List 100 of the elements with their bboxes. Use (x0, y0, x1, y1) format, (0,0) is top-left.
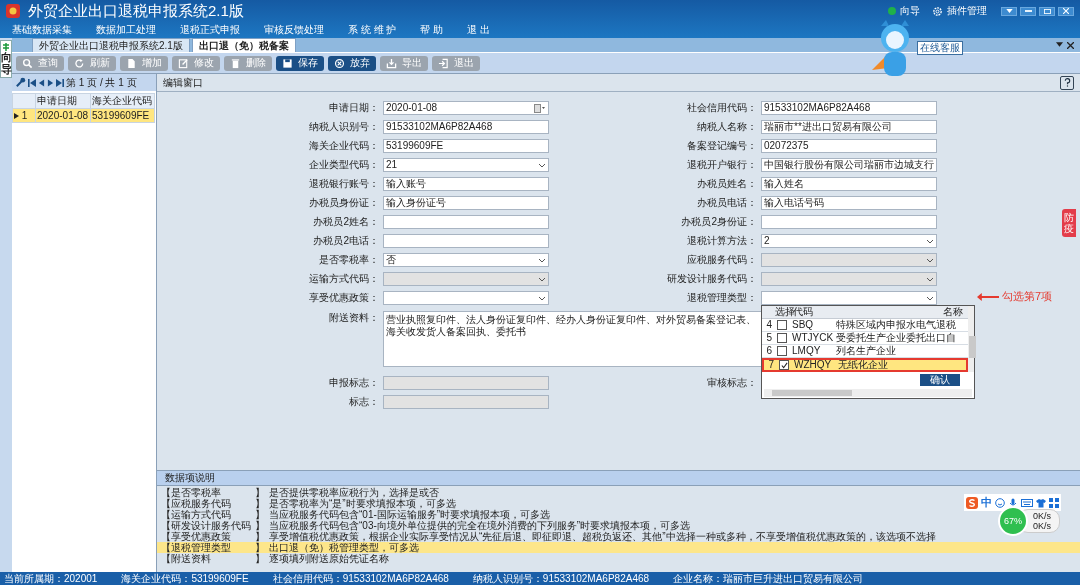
input-field[interactable]: 输入账号 (383, 177, 549, 191)
calendar-icon (534, 103, 546, 113)
input-field[interactable] (383, 234, 549, 248)
close-icon (1063, 8, 1069, 14)
note-term: 【运输方式代码 (161, 509, 231, 520)
flag-icon (2, 43, 10, 51)
caret-icon (538, 162, 546, 168)
dropdown-button[interactable] (1001, 6, 1017, 16)
caret-icon (1005, 9, 1013, 13)
note-text: 逐项填列附送原始凭证名称 (269, 553, 389, 564)
status-text: 社会信用代码：91533102MA6P82A468 (272, 571, 449, 585)
bracket-text: 】 (255, 520, 266, 531)
ime-logo-icon[interactable] (966, 496, 978, 509)
vertical-scrollbar[interactable] (968, 306, 974, 372)
status-text: 纳税人识别号：91533102MA6P82A468 (472, 571, 650, 585)
guide-side-tab[interactable]: 向导 (0, 40, 12, 79)
field-label: 海关企业代码： (308, 138, 379, 153)
input-field[interactable]: 02072375 (761, 139, 937, 153)
input-field[interactable]: 输入姓名 (761, 177, 937, 191)
next-page-icon[interactable] (47, 78, 54, 87)
note-text: 出口退（免）税管理类型，可多选 (269, 542, 419, 553)
field-label: 办税员2电话： (312, 233, 379, 248)
dropdown-field[interactable]: 21 (383, 158, 549, 172)
menu-item[interactable]: 审核反馈处理 (264, 23, 324, 37)
input-field[interactable]: 91533102MA6P82A468 (761, 101, 937, 115)
status-text: 企业名称：瑞丽市巨升进出口贸易有限公司 (673, 571, 864, 585)
note-text: 享受增值税优惠政策，根据企业实际享受情况从“先征后退、即征即退、超税负返还、其他”中选择一种或多种，不享受增值税优惠政策的，该选项不选择 (269, 531, 936, 542)
note-text: 是否零税率为“是”时要求填报本项，可多选 (269, 498, 456, 509)
bracket-text: 】 (255, 509, 266, 520)
field-label: 是否零税率： (318, 252, 379, 267)
exit-icon (438, 57, 449, 69)
menu-item[interactable]: 基础数据采集 (12, 23, 72, 37)
menu-item[interactable]: 退税正式申报 (180, 23, 240, 37)
guide-link[interactable]: 向导 (900, 4, 920, 18)
field-label: 企业类型代码： (308, 157, 379, 172)
restore-button[interactable] (1039, 6, 1055, 16)
row-number: 4 (765, 319, 773, 331)
confirm-button[interactable]: 确认 (920, 374, 960, 386)
input-field[interactable]: 输入电话号码 (761, 196, 937, 210)
toolbar-button[interactable]: 放弃 (328, 55, 376, 71)
menu-item[interactable]: 数据加工处理 (96, 23, 156, 37)
input-mode[interactable]: 中 (981, 495, 992, 510)
dropdown-field[interactable]: 否 (383, 253, 549, 267)
help-icon[interactable] (1060, 75, 1074, 90)
keyboard-icon[interactable] (1021, 498, 1033, 507)
tab[interactable]: 出口退（免）税备案 (191, 38, 296, 52)
online-service-label[interactable]: 在线客服 (917, 41, 963, 55)
first-page-icon[interactable] (28, 78, 36, 87)
row-number: 1 (21, 110, 28, 121)
name-text: 特殊区域内申报水电气退税 (836, 319, 956, 331)
menu-item[interactable]: 帮 助 (420, 23, 444, 37)
shirt-icon[interactable] (1036, 497, 1046, 508)
input-field[interactable]: 瑞丽市**进出口贸易有限公司 (761, 120, 937, 134)
minimize-button[interactable] (1020, 6, 1036, 16)
menu-item[interactable]: 退 出 (467, 23, 490, 37)
code-text: LMQY (792, 345, 821, 357)
input-field[interactable] (761, 215, 937, 229)
menu-item[interactable]: 系 统 维 护 (348, 23, 397, 37)
caret-icon (926, 276, 934, 282)
name-text: 受委托生产企业委托出口自 (836, 332, 956, 344)
horizontal-scrollbar[interactable] (764, 389, 972, 397)
input-field[interactable]: 中国银行股份有限公司瑞丽市边城支行 (761, 158, 937, 172)
tab[interactable]: 外贸企业出口退税申报系统2.1版 (32, 38, 190, 52)
checkbox[interactable] (777, 333, 787, 343)
wrench-icon[interactable] (15, 77, 26, 88)
previous-page-icon[interactable] (38, 78, 45, 87)
input-field[interactable]: 91533102MA6P82A468 (383, 120, 549, 134)
bracket-text: 】 (255, 553, 266, 564)
caret-icon (926, 257, 934, 263)
toolbar-button[interactable]: 保存 (276, 55, 324, 71)
bracket-text: 】 (255, 531, 266, 542)
plugin-manager-link[interactable]: 插件管理 (947, 4, 987, 18)
dropdown-field[interactable] (761, 291, 937, 305)
field-label: 办税员2姓名： (312, 214, 379, 229)
checkbox[interactable] (779, 360, 789, 370)
close-button[interactable] (1058, 6, 1074, 16)
smiley-icon[interactable] (995, 497, 1005, 508)
checkbox[interactable] (777, 320, 787, 330)
input-field[interactable] (383, 215, 549, 229)
field-label: 办税员2身份证： (680, 214, 757, 229)
checkbox[interactable] (777, 346, 787, 356)
dropdown-field[interactable]: 2020-01-08 (383, 101, 549, 115)
dropdown-field[interactable] (383, 291, 549, 305)
code-text: WTJYCK (792, 332, 834, 344)
close-icon[interactable] (1067, 41, 1074, 49)
download-speed: 0K/s (1033, 521, 1051, 531)
side-badge[interactable]: 防疫 (1062, 209, 1076, 237)
table-row[interactable]: 1 2020-01-08 53199609FE (12, 108, 155, 123)
caret-icon[interactable] (1056, 41, 1063, 47)
note-term: 【应税服务代码 (161, 498, 232, 509)
caret-icon (538, 295, 546, 301)
caret-icon (538, 257, 546, 263)
selected-row[interactable]: 7 WZHQY 无纸化企业 (762, 358, 968, 372)
last-page-icon[interactable] (56, 78, 64, 87)
grid-icon[interactable] (1049, 497, 1059, 508)
section-title: 数据项说明 (165, 471, 215, 485)
input-field[interactable]: 53199609FE (383, 139, 549, 153)
input-field[interactable]: 输入身份证号 (383, 196, 549, 210)
dropdown-field[interactable]: 2 (761, 234, 937, 248)
export-icon (386, 57, 397, 69)
